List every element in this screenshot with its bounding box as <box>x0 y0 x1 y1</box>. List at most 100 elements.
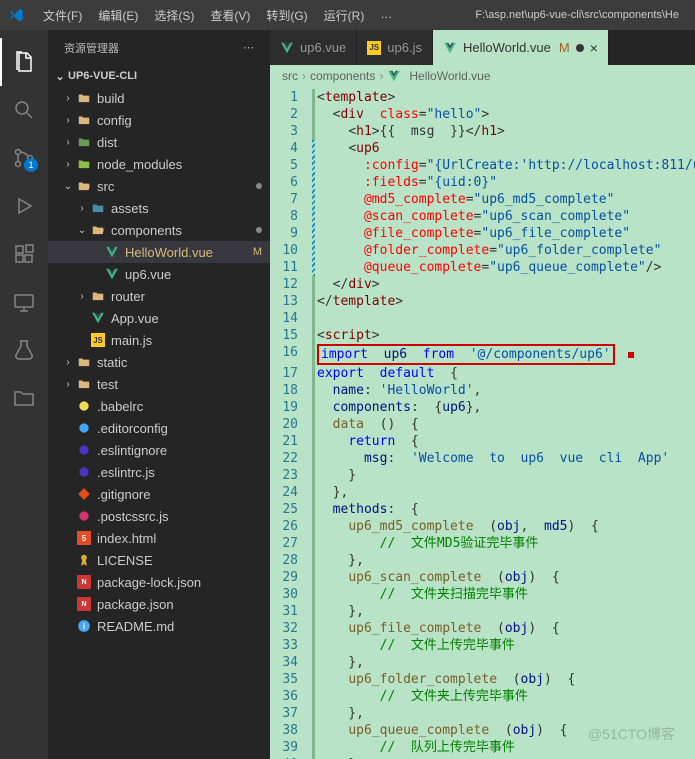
line-number: 22 <box>270 450 312 467</box>
menu-item[interactable]: 编辑(E) <box>91 3 145 28</box>
code-line[interactable]: 23 } <box>270 467 695 484</box>
tree-item[interactable]: Npackage-lock.json <box>48 571 270 593</box>
code-line[interactable]: 32 up6_file_complete (obj) { <box>270 620 695 637</box>
tree-item[interactable]: .eslintrc.js <box>48 461 270 483</box>
code-line[interactable]: 30 // 文件夹扫描完毕事件 <box>270 586 695 603</box>
code-line[interactable]: 10 @folder_complete="up6_folder_complete… <box>270 242 695 259</box>
chevron-icon: › <box>74 203 90 214</box>
code-line[interactable]: 14 <box>270 310 695 327</box>
code-line[interactable]: 35 up6_folder_complete (obj) { <box>270 671 695 688</box>
code-line[interactable]: 38 up6_queue_complete (obj) { <box>270 722 695 739</box>
code-line[interactable]: 4 <up6 <box>270 140 695 157</box>
menu-item[interactable]: 选择(S) <box>147 3 201 28</box>
breadcrumb-item[interactable]: HelloWorld.vue <box>409 69 490 83</box>
editor-tab[interactable]: HelloWorld.vueM× <box>433 30 609 65</box>
tree-item[interactable]: .editorconfig <box>48 417 270 439</box>
line-content: :config="{UrlCreate:'http://localhost:81… <box>317 157 695 174</box>
folder-icon <box>90 288 106 304</box>
code-line[interactable]: 13</template> <box>270 293 695 310</box>
breadcrumbs[interactable]: src›components›HelloWorld.vue <box>270 65 695 87</box>
tree-item[interactable]: JSmain.js <box>48 329 270 351</box>
code-line[interactable]: 11 @queue_complete="up6_queue_complete"/… <box>270 259 695 276</box>
menu-item[interactable]: 文件(F) <box>36 3 89 28</box>
tree-item[interactable]: App.vue <box>48 307 270 329</box>
tree-item-label: App.vue <box>111 311 262 326</box>
code-line[interactable]: 16import up6 from '@/components/up6' <box>270 344 695 365</box>
menu-item[interactable]: 查看(V) <box>203 3 257 28</box>
activity-bar: 1 <box>0 30 48 759</box>
code-line[interactable]: 22 msg: 'Welcome to up6 vue cli App' <box>270 450 695 467</box>
breadcrumb-item[interactable]: src <box>282 69 298 83</box>
code-line[interactable]: 2 <div class="hello"> <box>270 106 695 123</box>
tree-item[interactable]: .postcssrc.js <box>48 505 270 527</box>
tree-item[interactable]: ⌄components <box>48 219 270 241</box>
git-gutter <box>312 501 315 518</box>
code-line[interactable]: 8 @scan_complete="up6_scan_complete" <box>270 208 695 225</box>
code-line[interactable]: 39 // 队列上传完毕事件 <box>270 739 695 756</box>
code-line[interactable]: 18 name: 'HelloWorld', <box>270 382 695 399</box>
tree-item[interactable]: .gitignore <box>48 483 270 505</box>
code-line[interactable]: 19 components: {up6}, <box>270 399 695 416</box>
tree-item[interactable]: ›config <box>48 109 270 131</box>
explorer-more-icon[interactable]: ⋯ <box>243 41 254 54</box>
tree-item[interactable]: ›static <box>48 351 270 373</box>
tree-item[interactable]: HelloWorld.vueM <box>48 241 270 263</box>
tree-item[interactable]: ›assets <box>48 197 270 219</box>
code-line[interactable]: 33 // 文件上传完毕事件 <box>270 637 695 654</box>
code-line[interactable]: 28 }, <box>270 552 695 569</box>
tree-item[interactable]: .babelrc <box>48 395 270 417</box>
remote-icon[interactable] <box>0 278 48 326</box>
tree-item[interactable]: up6.vue <box>48 263 270 285</box>
editor-tab[interactable]: JSup6.js <box>357 30 433 65</box>
code-line[interactable]: 36 // 文件夹上传完毕事件 <box>270 688 695 705</box>
close-icon[interactable]: × <box>590 40 598 56</box>
code-line[interactable]: 17export default { <box>270 365 695 382</box>
search-icon[interactable] <box>0 86 48 134</box>
tree-item[interactable]: Npackage.json <box>48 593 270 615</box>
tree-item[interactable]: ›build <box>48 87 270 109</box>
code-line[interactable]: 1<template> <box>270 89 695 106</box>
tree-item[interactable]: iREADME.md <box>48 615 270 637</box>
code-line[interactable]: 9 @file_complete="up6_file_complete" <box>270 225 695 242</box>
tree-item[interactable]: ›node_modules <box>48 153 270 175</box>
menu-item[interactable]: 转到(G) <box>259 3 314 28</box>
menu-item[interactable]: 运行(R) <box>317 3 372 28</box>
tree-item[interactable]: ›dist <box>48 131 270 153</box>
folder-activity-icon[interactable] <box>0 374 48 422</box>
code-line[interactable]: 5 :config="{UrlCreate:'http://localhost:… <box>270 157 695 174</box>
menu-item[interactable]: … <box>373 3 399 28</box>
code-line[interactable]: 29 up6_scan_complete (obj) { <box>270 569 695 586</box>
npm-icon: N <box>76 596 92 612</box>
run-debug-icon[interactable] <box>0 182 48 230</box>
extensions-icon[interactable] <box>0 230 48 278</box>
tree-item[interactable]: ›router <box>48 285 270 307</box>
code-line[interactable]: 25 methods: { <box>270 501 695 518</box>
tree-item[interactable]: 5index.html <box>48 527 270 549</box>
code-editor[interactable]: 1<template>2 <div class="hello">3 <h1>{{… <box>270 87 695 759</box>
explorer-icon[interactable] <box>0 38 48 86</box>
code-line[interactable]: 7 @md5_complete="up6_md5_complete" <box>270 191 695 208</box>
git-gutter <box>312 722 315 739</box>
source-control-icon[interactable]: 1 <box>0 134 48 182</box>
editor-tab[interactable]: up6.vue <box>270 30 357 65</box>
code-line[interactable]: 21 return { <box>270 433 695 450</box>
code-line[interactable]: 26 up6_md5_complete (obj, md5) { <box>270 518 695 535</box>
tree-item[interactable]: ›test <box>48 373 270 395</box>
code-line[interactable]: 37 }, <box>270 705 695 722</box>
code-line[interactable]: 20 data () { <box>270 416 695 433</box>
testing-icon[interactable] <box>0 326 48 374</box>
tree-item[interactable]: ⌄src <box>48 175 270 197</box>
code-line[interactable]: 34 }, <box>270 654 695 671</box>
folder-icon <box>76 354 92 370</box>
code-line[interactable]: 24 }, <box>270 484 695 501</box>
code-line[interactable]: 3 <h1>{{ msg }}</h1> <box>270 123 695 140</box>
code-line[interactable]: 12 </div> <box>270 276 695 293</box>
breadcrumb-item[interactable]: components <box>310 69 375 83</box>
code-line[interactable]: 31 }, <box>270 603 695 620</box>
code-line[interactable]: 6 :fields="{uid:0}" <box>270 174 695 191</box>
project-root[interactable]: ⌄ UP6-VUE-CLI <box>48 65 270 87</box>
code-line[interactable]: 27 // 文件MD5验证完毕事件 <box>270 535 695 552</box>
code-line[interactable]: 15<script> <box>270 327 695 344</box>
tree-item[interactable]: .eslintignore <box>48 439 270 461</box>
tree-item[interactable]: LICENSE <box>48 549 270 571</box>
